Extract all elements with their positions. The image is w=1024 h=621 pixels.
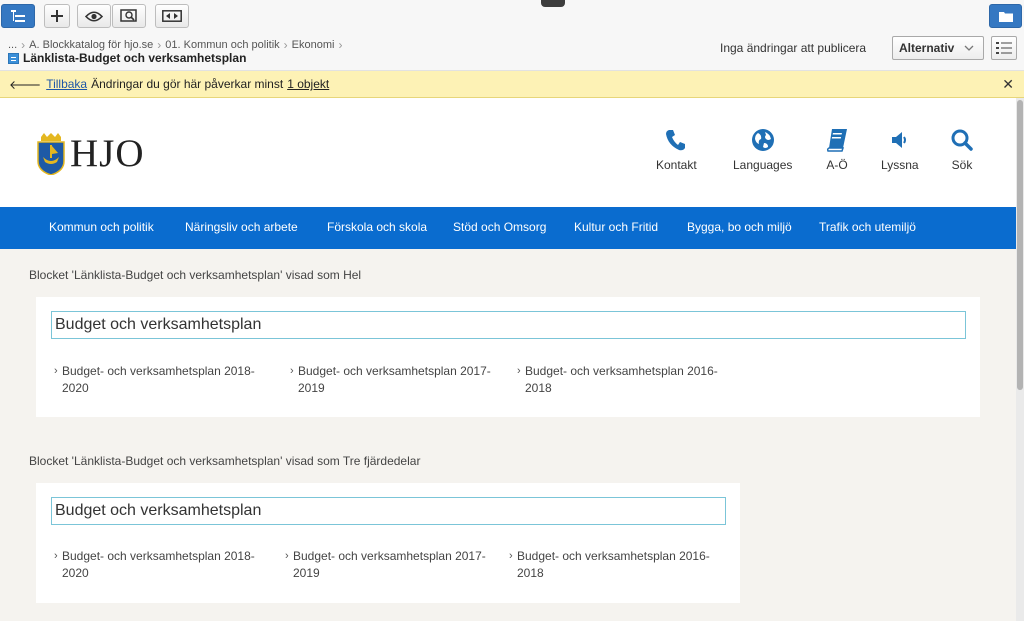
chevron-right-icon: › xyxy=(517,365,521,377)
tool-languages[interactable]: Languages xyxy=(733,128,792,172)
breadcrumb-item[interactable]: Ekonomi xyxy=(292,39,335,51)
tool-contact[interactable]: Kontakt xyxy=(656,128,697,172)
block-heading: Budget och verksamhetsplan xyxy=(51,311,966,339)
close-icon[interactable]: ✕ xyxy=(1002,76,1014,93)
chevron-right-icon: › xyxy=(21,38,26,52)
tool-search[interactable]: Sök xyxy=(951,128,973,172)
tool-label: Lyssna xyxy=(881,158,919,172)
link-text-line: Budget- och verksamhetsplan 2017- xyxy=(293,549,486,563)
link-item[interactable]: › Budget- och verksamhetsplan 2017- 2019 xyxy=(290,363,491,397)
link-list-block-three-quarters: Budget och verksamhetsplan › Budget- och… xyxy=(36,483,740,603)
search-icon xyxy=(951,129,973,151)
chevron-right-icon: › xyxy=(54,550,58,562)
nav-item-forskola[interactable]: Förskola och skola xyxy=(327,220,427,234)
nav-item-naringsliv[interactable]: Näringsliv och arbete xyxy=(185,220,298,234)
folder-icon xyxy=(998,11,1013,22)
chevron-right-icon: › xyxy=(338,38,343,52)
breadcrumb-item[interactable]: A. Blockkatalog för hjo.se xyxy=(29,39,153,51)
nav-item-kommun[interactable]: Kommun och politik xyxy=(49,220,154,234)
list-icon xyxy=(996,42,1012,54)
link-text-line: 2019 xyxy=(298,381,325,395)
cms-toolbar: ... › A. Blockkatalog för hjo.se › 01. Kom… xyxy=(0,0,1024,71)
toolbar-collapse-handle[interactable] xyxy=(541,0,565,7)
add-button[interactable] xyxy=(44,4,70,28)
link-text-line: 2019 xyxy=(293,566,320,580)
link-text-line: 2020 xyxy=(62,566,89,580)
preview-area: HJO Kontakt Languages A-Ö Lyssna Sök Kom… xyxy=(0,98,1016,621)
header-tools: Kontakt Languages A-Ö Lyssna Sök xyxy=(0,128,1016,178)
book-icon xyxy=(826,129,847,152)
publish-status: Inga ändringar att publicera xyxy=(720,41,867,55)
nav-item-trafik[interactable]: Trafik och utemiljö xyxy=(819,220,916,234)
tool-label: Sök xyxy=(951,158,973,172)
nav-item-stod[interactable]: Stöd och Omsorg xyxy=(453,220,546,234)
list-view-button[interactable] xyxy=(991,36,1017,60)
tool-label: Kontakt xyxy=(656,158,697,172)
preview-scrollbar[interactable] xyxy=(1016,98,1024,621)
preview-zoom-icon xyxy=(120,9,137,22)
alternatives-dropdown[interactable]: Alternativ xyxy=(892,36,984,60)
tool-a-z[interactable]: A-Ö xyxy=(826,128,848,172)
block-heading: Budget och verksamhetsplan xyxy=(51,497,726,525)
link-item[interactable]: › Budget- och verksamhetsplan 2017- 2019 xyxy=(285,548,486,582)
tool-label: Languages xyxy=(733,158,793,172)
link-text-line: Budget- och verksamhetsplan 2018- xyxy=(62,549,255,563)
assets-pane-button[interactable] xyxy=(989,4,1022,28)
link-item[interactable]: › Budget- och verksamhetsplan 2016- 2018 xyxy=(517,363,718,397)
arrow-left-icon: 🡐 xyxy=(9,77,42,92)
tool-listen[interactable]: Lyssna xyxy=(881,128,919,172)
link-text-line: Budget- och verksamhetsplan 2016- xyxy=(517,549,710,563)
plus-icon xyxy=(51,10,63,22)
link-list-block-full: Budget och verksamhetsplan › Budget- och… xyxy=(36,297,980,417)
chevron-right-icon: › xyxy=(157,38,162,52)
chevron-right-icon: › xyxy=(290,365,294,377)
alternatives-label: Alternativ xyxy=(899,41,955,55)
link-text-line: Budget- och verksamhetsplan 2017- xyxy=(298,364,491,378)
breadcrumb-ellipsis[interactable]: ... xyxy=(8,39,17,51)
page-title: Länklista-Budget och verksamhetsplan xyxy=(23,51,247,65)
speaker-icon xyxy=(891,132,906,148)
link-item[interactable]: › Budget- och verksamhetsplan 2018- 2020 xyxy=(54,363,255,397)
nav-item-kultur[interactable]: Kultur och Fritid xyxy=(574,220,658,234)
chevron-right-icon: › xyxy=(509,550,513,562)
link-text-line: 2018 xyxy=(525,381,552,395)
scrollbar-thumb[interactable] xyxy=(1017,100,1023,390)
link-text-line: Budget- och verksamhetsplan 2016- xyxy=(525,364,718,378)
breadcrumb: ... › A. Blockkatalog för hjo.se › 01. Kom… xyxy=(8,38,342,52)
main-nav: Kommun och politik Näringsliv och arbete… xyxy=(0,207,1016,249)
link-text-line: 2018 xyxy=(517,566,544,580)
globe-icon xyxy=(751,129,774,151)
affected-items-link[interactable]: 1 objekt xyxy=(287,77,329,91)
eye-icon xyxy=(85,10,103,22)
block-type-icon xyxy=(8,52,19,64)
site-header: HJO Kontakt Languages A-Ö Lyssna Sök xyxy=(0,98,1016,207)
link-item[interactable]: › Budget- och verksamhetsplan 2016- 2018 xyxy=(509,548,710,582)
phone-icon xyxy=(666,130,686,151)
page-title-row: Länklista-Budget och verksamhetsplan xyxy=(8,51,246,65)
block-label: Blocket 'Länklista-Budget och verksamhet… xyxy=(29,454,421,468)
page-tree-icon xyxy=(11,10,25,22)
tool-label: A-Ö xyxy=(826,158,848,172)
notice-message: Ändringar du gör här påverkar minst xyxy=(91,77,284,91)
link-text-line: Budget- och verksamhetsplan 2018- xyxy=(62,364,255,378)
back-link[interactable]: Tillbaka xyxy=(46,77,87,91)
chevron-right-icon: › xyxy=(285,550,289,562)
chevron-right-icon: › xyxy=(54,365,58,377)
chevron-down-icon xyxy=(964,45,974,51)
breadcrumb-item[interactable]: 01. Kommun och politik xyxy=(165,39,279,51)
preview-button[interactable] xyxy=(77,4,111,28)
shared-block-notice: 🡐 Tillbaka Ändringar du gör här påverkar… xyxy=(0,71,1024,98)
link-text-line: 2020 xyxy=(62,381,89,395)
swap-arrows-icon xyxy=(162,10,182,22)
link-item[interactable]: › Budget- och verksamhetsplan 2018- 2020 xyxy=(54,548,255,582)
block-label: Blocket 'Länklista-Budget och verksamhet… xyxy=(29,268,362,282)
compare-preview-button[interactable] xyxy=(112,4,146,28)
chevron-right-icon: › xyxy=(283,38,288,52)
page-tree-button[interactable] xyxy=(1,4,35,28)
nav-item-bygga[interactable]: Bygga, bo och miljö xyxy=(687,220,792,234)
toggle-panes-button[interactable] xyxy=(155,4,189,28)
